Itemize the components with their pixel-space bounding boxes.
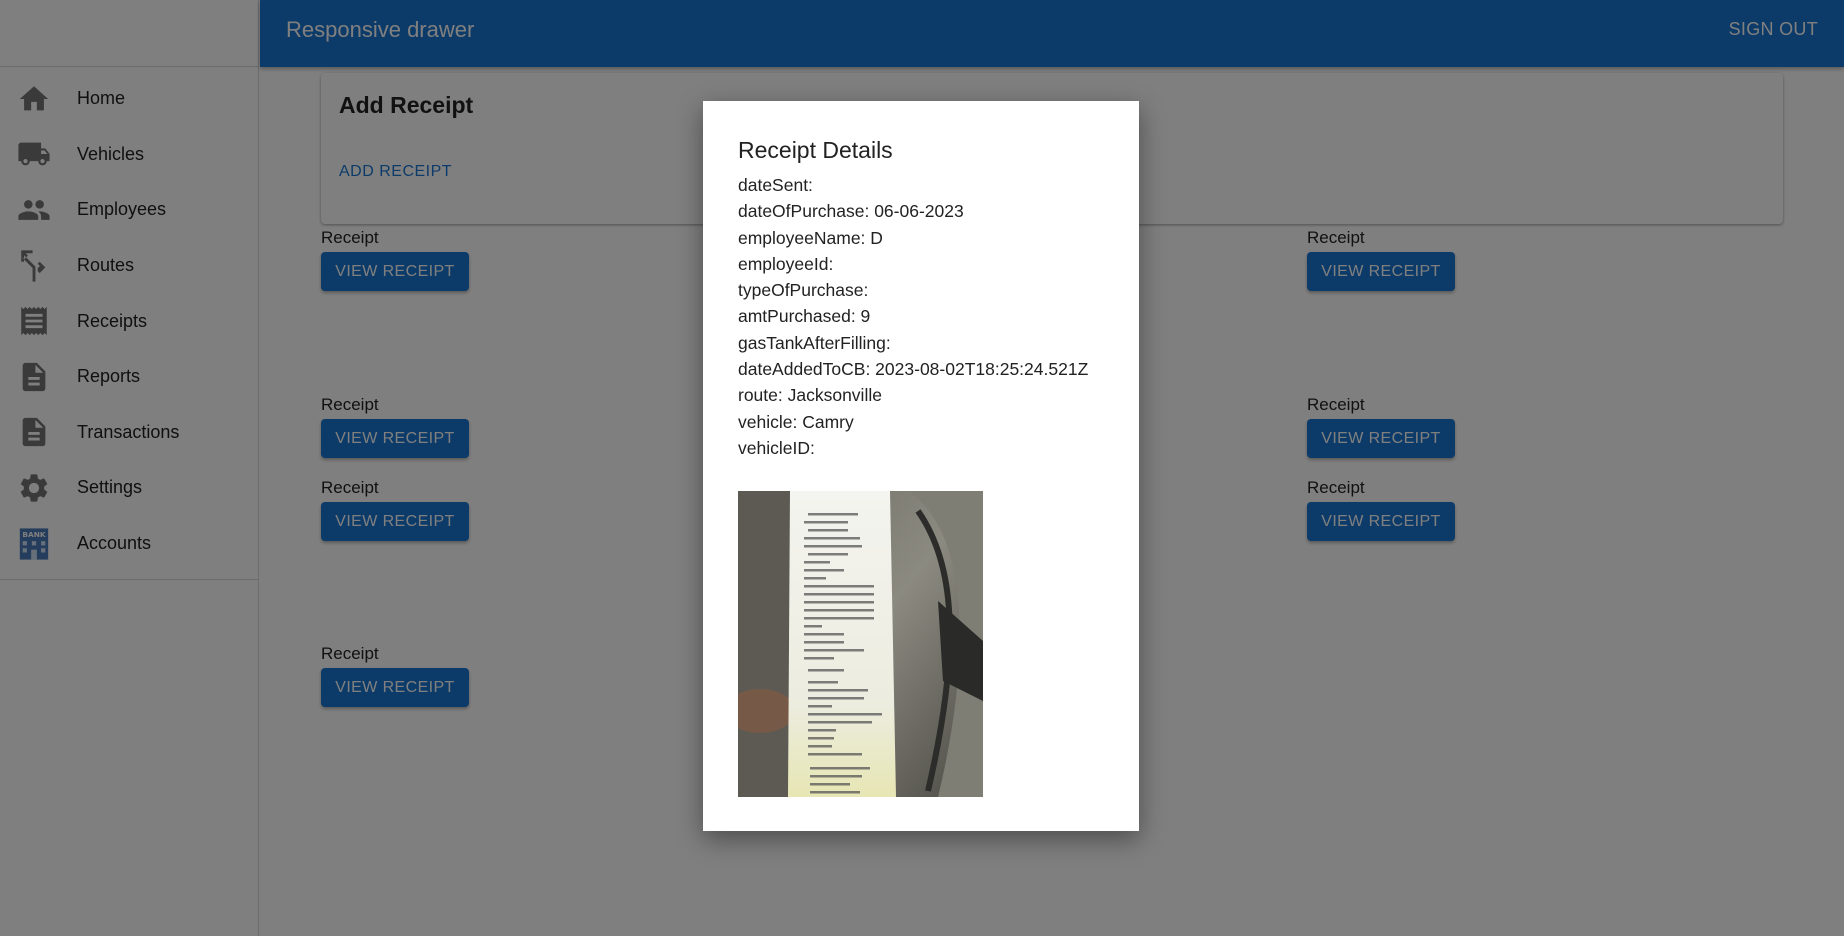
receipt-detail-list: dateSent: dateOfPurchase: 06-06-2023 emp…: [738, 172, 1088, 461]
detail-date-sent: dateSent:: [738, 175, 813, 195]
detail-employee-name: employeeName: D: [738, 227, 883, 248]
detail-vehicle-id: vehicleID:: [738, 437, 815, 458]
detail-date-added-to-cb: dateAddedToCB: 2023-08-02T18:25:24.521Z: [738, 359, 1089, 380]
receipt-photo: [738, 491, 983, 797]
detail-type-of-purchase: typeOfPurchase:: [738, 280, 869, 301]
detail-route: route: Jacksonville: [738, 385, 882, 406]
modal-title: Receipt Details: [738, 137, 893, 163]
detail-amt-purchased: amtPurchased: 9: [738, 306, 871, 327]
detail-date-of-purchase: dateOfPurchase: 06-06-2023: [738, 201, 964, 222]
receipt-photo-illustration: [738, 491, 983, 797]
detail-gas-tank-after-filling: gasTankAfterFilling:: [738, 332, 891, 353]
detail-vehicle: vehicle: Camry: [738, 411, 854, 432]
receipt-details-modal: Receipt Details dateSent: dateOfPurchase…: [703, 101, 1139, 831]
detail-employee-id: employeeId:: [738, 253, 834, 274]
